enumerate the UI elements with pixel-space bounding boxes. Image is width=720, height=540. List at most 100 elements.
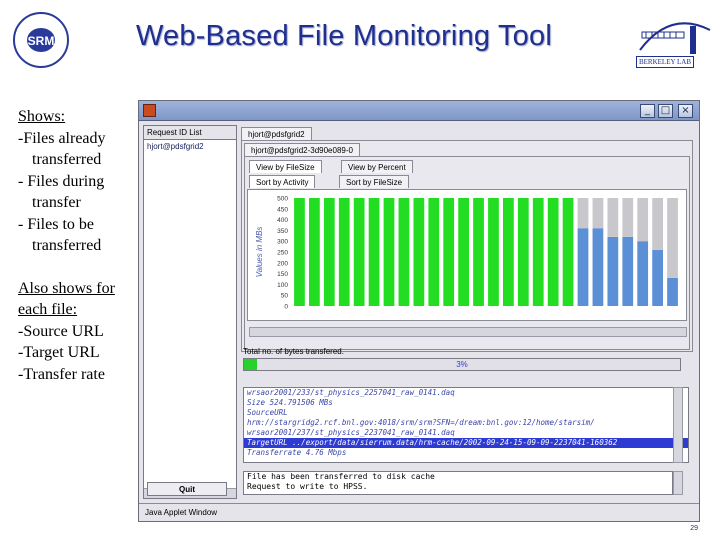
note-line: transfer: [32, 194, 81, 211]
y-tick-label: 150: [277, 271, 288, 278]
window-titlebar[interactable]: _ □ ×: [139, 101, 699, 121]
bar-segment: [458, 198, 469, 306]
page-number: 29: [690, 525, 698, 532]
bar-segment: [592, 228, 604, 306]
bar-segment: [637, 241, 649, 306]
file-info-list[interactable]: wrsaor2001/233/st_physics_2257041_raw_01…: [243, 387, 689, 463]
tab-request[interactable]: hjort@pdsfgrid2-3d90e089-0: [244, 143, 360, 156]
java-cup-icon: [143, 104, 156, 117]
file-size-chart: Values in MBs 500 450 400 350 300 250 200 150 100…: [247, 189, 687, 321]
chart-horizontal-scrollbar[interactable]: [249, 327, 687, 337]
tab-view-by-file-size[interactable]: View by FileSize: [249, 160, 322, 173]
applet-window: _ □ × Request ID List hjort@pdsfgrid2 Qu…: [138, 100, 700, 522]
file-info-line[interactable]: wrsaor2001/233/st_physics_2257041_raw_01…: [244, 388, 688, 398]
notes-heading-each-file-2: each file:: [18, 301, 78, 318]
notes-heading-shows: Shows:: [18, 108, 66, 125]
bar-segment: [547, 198, 559, 306]
y-tick-label: 400: [277, 217, 288, 224]
status-bar: Java Applet Window: [139, 503, 699, 521]
info-vertical-scrollbar[interactable]: [673, 387, 683, 463]
bar-segment: [338, 198, 350, 306]
note-line: transferred: [32, 151, 102, 168]
bar-segment: [413, 198, 425, 306]
y-tick-label: 500: [277, 196, 288, 203]
y-tick-label: 300: [277, 239, 288, 246]
host-tab-panel: hjort@pdsfgrid2-3d90e089-0 View by FileS…: [241, 140, 693, 352]
bar-segment: [443, 198, 455, 306]
file-info-line[interactable]: wrsaor2001/237/st_physics_2237041_raw_01…: [244, 428, 688, 438]
bar-segment: [622, 236, 634, 306]
y-tick-label: 350: [277, 228, 288, 235]
bar-segment: [592, 198, 604, 229]
bar-segment: [652, 249, 663, 306]
y-tick-label: 0: [284, 304, 288, 311]
bar-segment: [562, 198, 574, 306]
y-axis-title: Values in MBs: [255, 227, 264, 278]
bar-segment: [577, 198, 589, 229]
tab-host[interactable]: hjort@pdsfgrid2: [241, 127, 312, 140]
bar-segment: [368, 198, 380, 306]
file-info-line[interactable]: SourceURL: [244, 408, 688, 418]
bar-segment: [398, 198, 410, 306]
request-id-item[interactable]: hjort@pdsfgrid2: [144, 140, 236, 153]
y-tick-label: 200: [277, 260, 288, 267]
tab-sort-by-file-size[interactable]: Sort by FileSize: [339, 175, 410, 188]
notes-heading-each-file: Also shows for: [18, 279, 115, 297]
note-line: transferred: [32, 237, 102, 254]
slide-title: Web-Based File Monitoring Tool: [136, 20, 552, 52]
note-line: -Source URL: [18, 322, 104, 340]
file-info-line[interactable]: Transferrate 4.76 Mbps: [244, 448, 688, 458]
bar-segment: [532, 198, 544, 306]
bytes-transferred-label: Total no. of bytes transfered.: [243, 347, 344, 356]
note-line: -Target URL: [18, 344, 100, 361]
bar-segment: [309, 198, 320, 306]
file-info-line[interactable]: hrm://stargridg2.rcf.bnl.gov:4018/srm/sr…: [244, 418, 688, 428]
file-info-line[interactable]: TargetURL ../export/data/sierrum.data/hr…: [244, 438, 688, 448]
notes-panel: Shows: -Files already transferred - File…: [18, 106, 138, 385]
bar-segment: [667, 198, 678, 278]
srm-logo: SRM: [13, 12, 69, 68]
quit-button[interactable]: Quit: [147, 482, 227, 496]
total-progress-bar: 3%: [243, 358, 681, 371]
bar-segment: [503, 198, 514, 306]
note-line: -Transfer rate: [18, 365, 105, 383]
request-tab-panel: View by FileSize View by Percent Sort by…: [244, 156, 690, 350]
bar-segment: [607, 236, 619, 306]
bar-segment: [637, 198, 649, 242]
y-tick-label: 100: [277, 282, 288, 289]
request-id-list: Request ID List hjort@pdsfgrid2: [143, 125, 237, 499]
message-log: File has been transferred to disk cache …: [243, 471, 673, 495]
tab-sort-by-activity[interactable]: Sort by Activity: [249, 175, 316, 188]
file-size-bar-chart: Values in MBs500450400350300250200150100…: [255, 196, 678, 311]
tab-view-by-percent[interactable]: View by Percent: [341, 160, 413, 173]
srm-logo-text: SRM: [28, 34, 55, 48]
bar-segment: [577, 228, 589, 306]
message-vertical-scrollbar[interactable]: [673, 471, 683, 495]
bar-segment: [473, 198, 484, 306]
bar-segment: [667, 277, 678, 306]
bar-segment: [383, 198, 395, 306]
minimize-button[interactable]: _: [640, 104, 655, 118]
y-tick-label: 250: [277, 250, 288, 257]
note-line: - Files during: [18, 172, 105, 190]
progress-percent: 3%: [456, 360, 468, 369]
maximize-button[interactable]: □: [658, 104, 673, 118]
bar-segment: [353, 198, 365, 306]
close-button[interactable]: ×: [678, 104, 693, 118]
note-line: -Files already: [18, 129, 106, 147]
bar-segment: [294, 198, 305, 306]
message-line: Request to write to HPSS.: [247, 482, 368, 491]
bar-segment: [622, 198, 634, 237]
bar-segment: [488, 198, 499, 306]
y-tick-label: 50: [281, 293, 289, 300]
berkeley-lab-text: BERKELEY LAB: [636, 56, 694, 68]
y-tick-label: 450: [277, 206, 288, 213]
bar-segment: [517, 198, 529, 306]
message-line: File has been transferred to disk cache: [247, 472, 435, 481]
request-id-list-header: Request ID List: [144, 126, 236, 140]
bar-segment: [323, 198, 335, 306]
bar-segment: [607, 198, 619, 237]
file-info-line[interactable]: Size 524.791506 MBs: [244, 398, 688, 408]
bar-segment: [652, 198, 663, 250]
note-line: - Files to be: [18, 215, 94, 233]
